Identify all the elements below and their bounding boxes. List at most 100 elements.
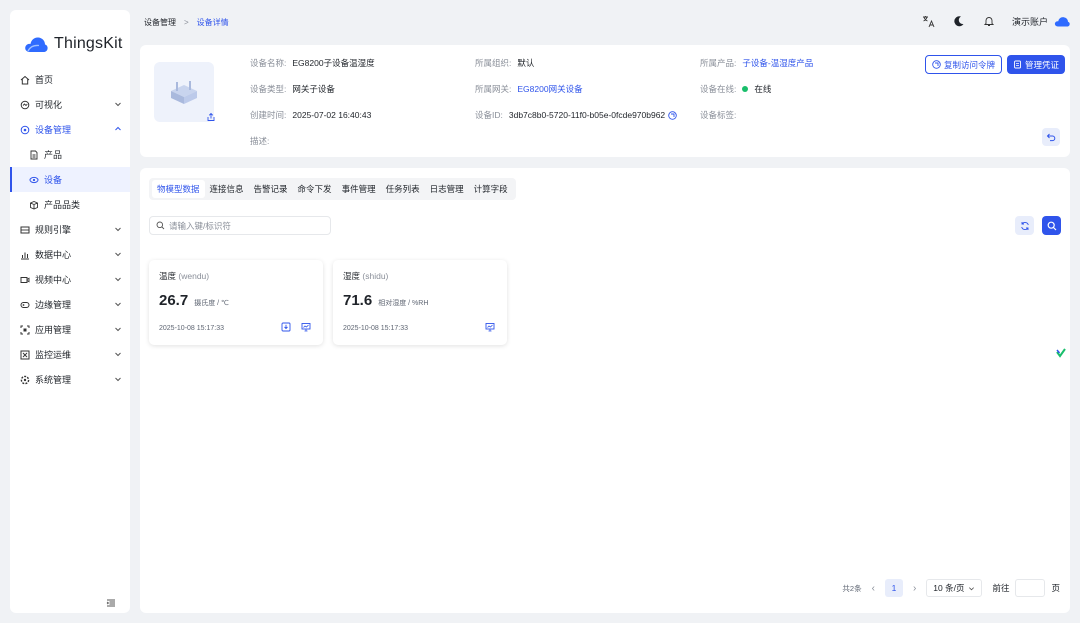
device-icon — [29, 175, 39, 185]
tab-event-management[interactable]: 事件管理 — [337, 180, 381, 198]
goto-suffix: 页 — [1051, 583, 1060, 593]
chevron-down-icon — [969, 586, 975, 590]
refresh-icon — [1020, 221, 1029, 230]
search-button[interactable] — [1042, 216, 1061, 235]
sidebar-item-home[interactable]: 首页 — [10, 67, 130, 92]
user-account-menu[interactable]: 演示账户 — [1012, 15, 1070, 28]
collapse-sidebar-icon[interactable] — [106, 598, 116, 608]
chart-view-icon[interactable] — [485, 322, 495, 332]
main-panel: 物模型数据 连接信息 告警记录 命令下发 事件管理 任务列表 日志管理 计算字段… — [140, 168, 1070, 613]
device-org-field: 所属组织: 默认 — [475, 57, 534, 69]
dark-mode-icon[interactable] — [952, 14, 966, 28]
device-online-field: 设备在线: 在线 — [700, 83, 771, 95]
sidebar-item-device-management[interactable]: 设备管理 — [10, 117, 130, 142]
property-value-row: 26.7 摄氏度 / ℃ — [159, 292, 229, 309]
refresh-button[interactable] — [1015, 216, 1034, 235]
property-card-humidity[interactable]: 湿度 (shidu) 71.6 相对湿度 / %RH 2025-10-08 15… — [333, 260, 507, 345]
manage-credentials-button[interactable]: 管理凭证 — [1007, 55, 1066, 74]
download-icon[interactable] — [281, 322, 291, 332]
chevron-down-icon — [115, 252, 121, 257]
sidebar-item-product-category[interactable]: 产品品类 — [10, 192, 130, 217]
upload-image-icon[interactable] — [206, 112, 216, 122]
copy-access-token-button[interactable]: 复制访问令牌 — [925, 55, 1003, 74]
tab-command-dispatch[interactable]: 命令下发 — [293, 180, 337, 198]
translate-icon[interactable] — [922, 14, 936, 28]
sidebar-item-device[interactable]: 设备 — [10, 167, 130, 192]
field-label: 设备标签: — [700, 110, 737, 120]
sidebar-item-label: 应用管理 — [35, 325, 72, 335]
chevron-down-icon — [115, 327, 121, 332]
sidebar-item-system-management[interactable]: 系统管理 — [10, 367, 130, 392]
sidebar-item-data-center[interactable]: 数据中心 — [10, 242, 130, 267]
notification-bell-icon[interactable] — [982, 14, 996, 28]
online-status-dot — [742, 86, 749, 92]
field-label: 设备名称: — [250, 58, 287, 68]
device-gateway-link[interactable]: EG8200网关设备 — [517, 83, 582, 95]
field-label: 设备在线: — [700, 84, 737, 94]
field-label: 创建时间: — [250, 110, 287, 120]
product-icon — [29, 150, 39, 160]
property-actions — [281, 322, 311, 332]
property-identifier: (shidu) — [362, 271, 389, 281]
device-type-value: 网关子设备 — [292, 84, 335, 94]
sidebar-item-app-management[interactable]: 应用管理 — [10, 317, 130, 342]
tab-connection-info[interactable]: 连接信息 — [205, 180, 249, 198]
monitor-icon — [20, 350, 30, 360]
chevron-down-icon — [115, 377, 121, 382]
back-button[interactable] — [1042, 128, 1060, 146]
device-name-value: EG8200子设备温湿度 — [292, 58, 375, 68]
visual-icon — [20, 100, 30, 110]
page-number-current[interactable]: 1 — [884, 579, 903, 597]
device-created-field: 创建时间: 2025-07-02 16:40:43 — [250, 109, 371, 121]
property-actions — [485, 322, 495, 332]
tab-alarm-records[interactable]: 告警记录 — [249, 180, 293, 198]
return-arrow-icon — [1046, 133, 1056, 142]
sidebar-item-visualization[interactable]: 可视化 — [10, 92, 130, 117]
device-product-link[interactable]: 子设备-温湿度产品 — [742, 57, 813, 69]
property-card-temperature[interactable]: 温度 (wendu) 26.7 摄氏度 / ℃ 2025-10-08 15:17… — [149, 260, 323, 345]
sidebar-item-label: 数据中心 — [35, 250, 72, 260]
goto-page-input[interactable] — [1015, 579, 1046, 597]
app-name: ThingsKit — [54, 35, 123, 52]
tab-log-management[interactable]: 日志管理 — [425, 180, 469, 198]
breadcrumb-parent[interactable]: 设备管理 — [144, 17, 176, 28]
app-logo[interactable]: ThingsKit — [24, 35, 123, 53]
button-label: 管理凭证 — [1025, 59, 1060, 70]
sidebar-item-monitoring[interactable]: 监控运维 — [10, 342, 130, 367]
tab-computed-fields[interactable]: 计算字段 — [469, 180, 513, 198]
breadcrumb-current: 设备详情 — [196, 18, 229, 27]
property-label: 温度 — [159, 271, 177, 281]
breadcrumb-separator: > — [184, 18, 189, 27]
sidebar-item-label: 系统管理 — [35, 375, 72, 385]
sidebar-item-label: 可视化 — [35, 100, 63, 110]
property-timestamp: 2025-10-08 15:17:33 — [343, 325, 408, 332]
tab-thing-model-data[interactable]: 物模型数据 — [152, 180, 205, 198]
search-box — [149, 216, 331, 235]
search-input[interactable] — [169, 220, 319, 231]
sidebar: ThingsKit 首页 可视化 设备管理 产品 设备 产品品类 规则引擎 数据… — [10, 10, 130, 613]
page-size-select[interactable]: 10 条/页 — [926, 579, 983, 597]
field-label: 所属网关: — [475, 84, 512, 94]
credential-icon — [1014, 60, 1021, 69]
next-page-icon[interactable]: › — [913, 583, 916, 594]
sidebar-item-video-center[interactable]: 视频中心 — [10, 267, 130, 292]
page-size-value: 10 条/页 — [933, 583, 965, 593]
copy-id-icon[interactable] — [668, 110, 677, 120]
sidebar-menu: 首页 可视化 设备管理 产品 设备 产品品类 规则引擎 数据中心 视频中心 边缘… — [10, 67, 130, 392]
sidebar-item-label: 设备 — [44, 175, 63, 185]
prev-page-icon[interactable]: ‹ — [872, 583, 875, 594]
device-box-icon — [171, 81, 197, 104]
app-icon — [20, 325, 30, 335]
chart-view-icon[interactable] — [301, 322, 311, 332]
property-unit: 相对湿度 / %RH — [378, 300, 429, 307]
sidebar-item-rule-engine[interactable]: 规则引擎 — [10, 217, 130, 242]
property-name: 湿度 (shidu) — [343, 270, 388, 282]
property-value-row: 71.6 相对湿度 / %RH — [343, 292, 428, 309]
sidebar-item-product[interactable]: 产品 — [10, 142, 130, 167]
breadcrumb: 设备管理 > 设备详情 — [144, 17, 229, 28]
device-gateway-field: 所属网关: EG8200网关设备 — [475, 83, 583, 95]
sidebar-item-edge-management[interactable]: 边缘管理 — [10, 292, 130, 317]
device-online-value: 在线 — [754, 84, 772, 94]
chevron-down-icon — [115, 302, 121, 307]
tab-task-list[interactable]: 任务列表 — [381, 180, 425, 198]
